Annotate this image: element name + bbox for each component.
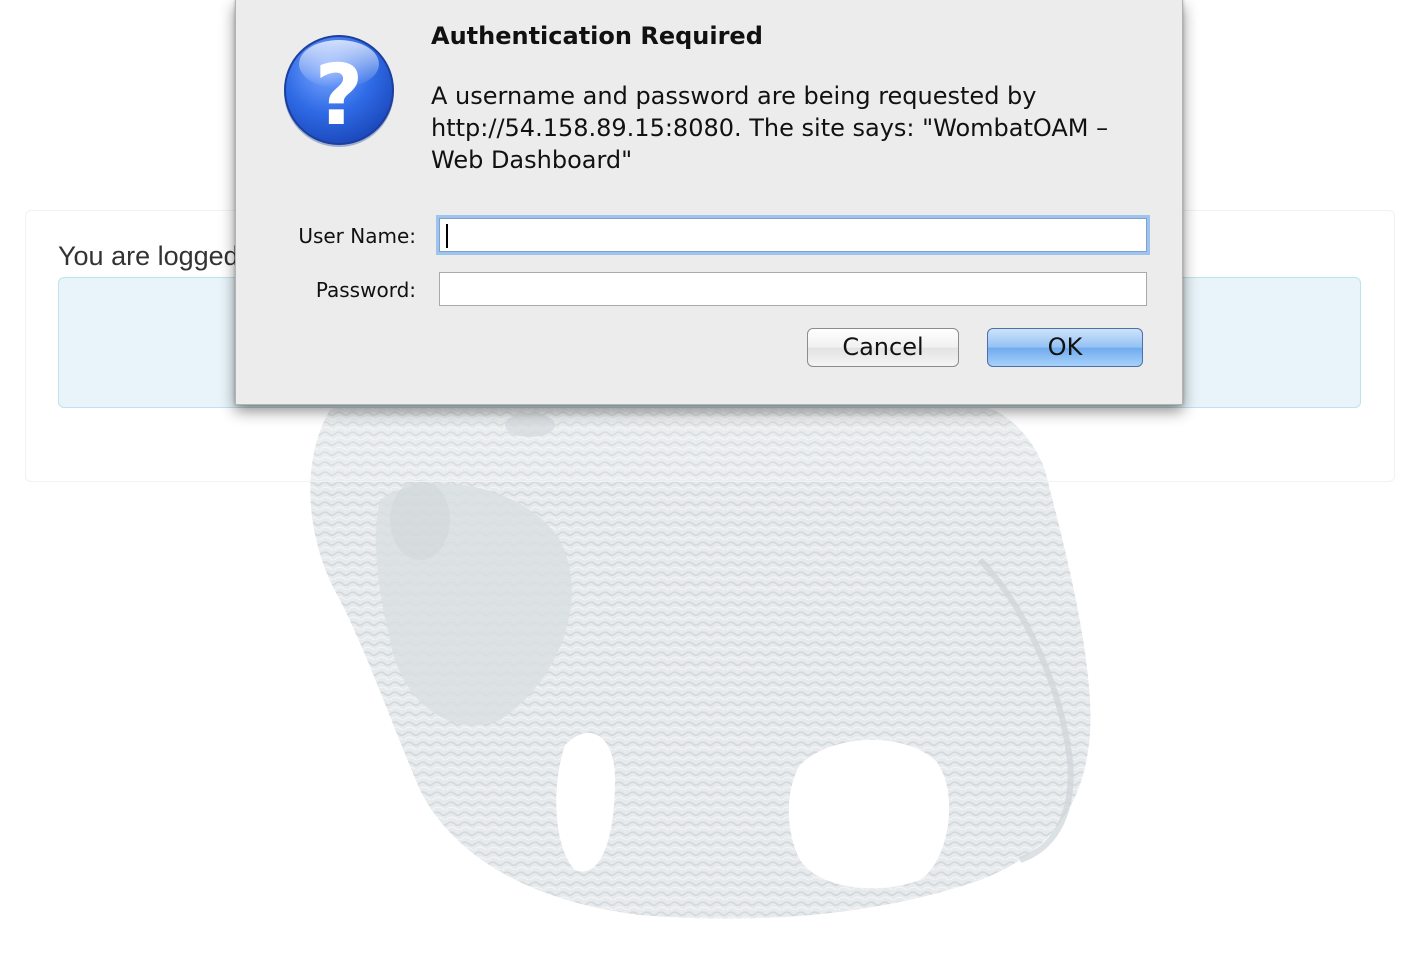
- browser-page: You are logged ? Authentication Required: [0, 0, 1425, 963]
- username-input[interactable]: [439, 218, 1147, 252]
- text-caret: [446, 224, 448, 248]
- username-label: User Name:: [298, 224, 416, 248]
- svg-text:?: ?: [315, 46, 364, 144]
- password-label: Password:: [315, 278, 416, 302]
- cancel-button[interactable]: Cancel: [807, 328, 959, 367]
- authentication-dialog: ? Authentication Required A username and…: [235, 0, 1183, 405]
- question-icon: ?: [284, 35, 394, 147]
- logged-in-message: You are logged: [58, 241, 239, 271]
- password-input[interactable]: [439, 272, 1147, 306]
- dialog-message: A username and password are being reques…: [431, 82, 1109, 174]
- dialog-title: Authentication Required: [431, 22, 763, 50]
- ok-button[interactable]: OK: [987, 328, 1143, 367]
